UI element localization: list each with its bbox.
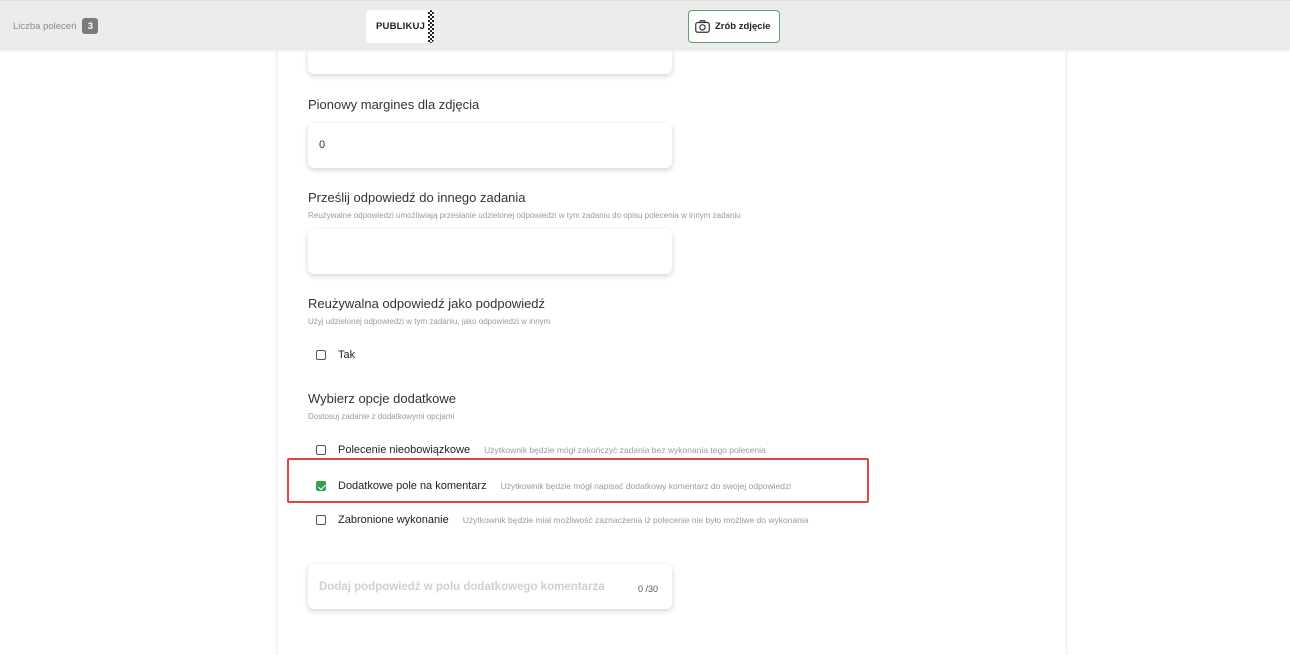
option-forbidden-execution[interactable]: Zabronione wykonanie Użytkownik będzie m… — [316, 514, 809, 526]
comment-hint-placeholder: Dodaj podpowiedź w polu dodatkowego kome… — [319, 581, 605, 593]
optional-command-checkbox[interactable] — [316, 445, 326, 455]
camera-icon — [695, 20, 710, 33]
vertical-margin-value: 0 — [319, 139, 326, 151]
forbidden-execution-label: Zabronione wykonanie — [338, 514, 449, 526]
comment-field-label: Dodatkowe pole na komentarz — [338, 480, 487, 492]
reusable-answer-checkbox[interactable] — [316, 350, 326, 360]
comment-field-description: Użytkownik będzie mógł napisać dodatkowy… — [500, 481, 792, 491]
take-photo-button[interactable]: Zrób zdjęcie — [688, 10, 780, 43]
forward-answer-input[interactable] — [308, 229, 672, 274]
reusable-answer-option-label: Tak — [338, 349, 356, 361]
command-count-badge: 3 — [82, 18, 99, 34]
forbidden-execution-checkbox[interactable] — [316, 515, 326, 525]
forward-answer-description: Reużywalne odpowiedzi umożliwiają przesł… — [308, 211, 741, 220]
checkered-flag-icon — [428, 10, 434, 43]
extra-options-label: Wybierz opcje dodatkowe — [308, 391, 457, 406]
comment-hint-counter: 0 /30 — [638, 584, 658, 594]
comment-hint-counter-max: /30 — [645, 584, 658, 594]
command-count: Liczba poleceń 3 — [13, 18, 99, 34]
forbidden-execution-description: Użytkownik będzie miał możliwość zaznacz… — [462, 515, 809, 525]
vertical-margin-input[interactable]: 0 — [308, 123, 672, 168]
reusable-answer-label: Reużywalna odpowiedź jako podpowiedź — [308, 296, 546, 311]
extra-options-description: Dostosuj zadanie z dodatkowymi opcjami — [308, 412, 455, 421]
reusable-answer-option[interactable]: Tak — [316, 349, 355, 361]
optional-command-description: Użytkownik będzie mógł zakończyć zadania… — [484, 445, 766, 455]
option-optional-command[interactable]: Polecenie nieobowiązkowe Użytkownik będz… — [316, 444, 766, 456]
top-toolbar: Liczba poleceń 3 PUBLIKUJ Zrób zdjęcie — [0, 0, 1290, 50]
comment-field-checkbox[interactable] — [316, 481, 326, 491]
take-photo-label: Zrób zdjęcie — [715, 21, 771, 32]
comment-hint-input[interactable]: Dodaj podpowiedź w polu dodatkowego kome… — [308, 564, 672, 609]
command-count-label: Liczba poleceń — [13, 20, 77, 32]
comment-hint-counter-current: 0 — [637, 584, 643, 594]
forward-answer-label: Prześlij odpowiedź do innego zadania — [308, 190, 526, 205]
option-comment-field[interactable]: Dodatkowe pole na komentarz Użytkownik b… — [316, 480, 791, 492]
reusable-answer-description: Użyj udzielonej odpowiedzi w tym zadaniu… — [308, 317, 551, 326]
previous-field-input[interactable] — [308, 48, 672, 74]
margin-label: Pionowy margines dla zdjęcia — [308, 97, 480, 112]
optional-command-label: Polecenie nieobowiązkowe — [338, 444, 471, 456]
publish-button[interactable]: PUBLIKUJ — [366, 10, 434, 43]
publish-button-label: PUBLIKUJ — [376, 21, 426, 32]
